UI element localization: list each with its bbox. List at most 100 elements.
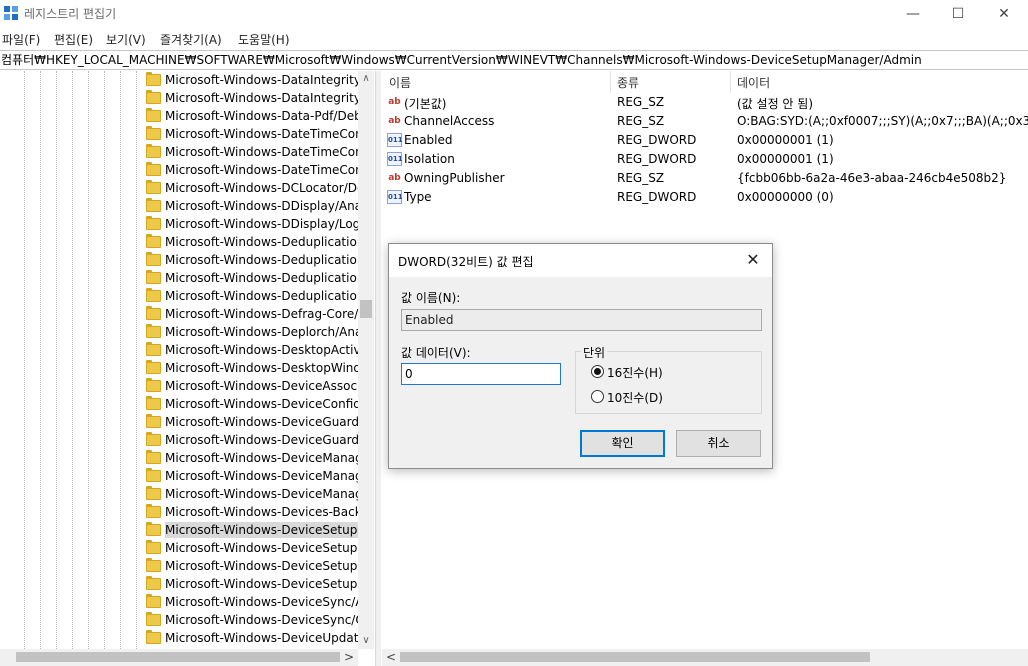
column-header-data[interactable]: 데이터 xyxy=(737,74,770,91)
maximize-button[interactable]: ☐ xyxy=(935,0,981,28)
decimal-radio[interactable] xyxy=(591,390,604,403)
string-value-icon: ab xyxy=(388,173,401,183)
value-row[interactable]: ab (기본값) REG_SZ (값 설정 안 됨) xyxy=(382,93,1028,112)
tree-item[interactable]: Microsoft-Windows-DeviceSetupMa xyxy=(144,575,374,593)
folder-icon xyxy=(146,234,161,248)
hexadecimal-radio[interactable] xyxy=(591,365,604,378)
tree-item[interactable]: Microsoft-Windows-DeviceSetupMa xyxy=(144,521,374,539)
tree-horizontal-scrollbar[interactable]: > xyxy=(0,649,358,666)
tree-item-label: Microsoft-Windows-DDisplay/Analy xyxy=(165,199,373,213)
scroll-left-icon[interactable]: < xyxy=(386,649,396,666)
tree-item[interactable]: Microsoft-Windows-DeviceManager xyxy=(144,485,374,503)
value-name: (기본값) xyxy=(404,97,447,111)
value-row[interactable]: ab ChannelAccess REG_SZ O:BAG:SYD:(A;;0xf00… xyxy=(382,112,1028,131)
pane-splitter[interactable] xyxy=(375,71,381,666)
folder-icon xyxy=(146,252,161,266)
tree-item[interactable]: Microsoft-Windows-DeviceAssociati xyxy=(144,377,374,395)
tree-item[interactable]: Microsoft-Windows-DeviceSetupMa xyxy=(144,557,374,575)
tree-item[interactable]: Microsoft-Windows-DeviceSetupMa xyxy=(144,539,374,557)
menu-help[interactable]: 도움말(H) xyxy=(238,31,290,48)
tree-item-label: Microsoft-Windows-DateTimeContr xyxy=(165,127,373,141)
menu-file[interactable]: 파일(F) xyxy=(2,31,40,48)
folder-icon xyxy=(146,216,161,230)
window-title: 레지스트리 편집기 xyxy=(24,7,117,21)
value-name: Enabled xyxy=(404,133,453,147)
tree-item[interactable]: Microsoft-Windows-DateTimeContr xyxy=(144,161,372,179)
tree-item-label: Microsoft-Windows-DeviceGuard/O xyxy=(165,415,373,429)
tree-item[interactable]: Microsoft-Windows-DeviceSync/Op xyxy=(144,611,372,629)
tree-item-label: Microsoft-Windows-Deduplication/ xyxy=(165,289,369,303)
hexadecimal-label[interactable]: 16진수(H) xyxy=(607,364,663,381)
close-button[interactable]: ✕ xyxy=(981,0,1027,28)
folder-icon xyxy=(146,504,161,518)
tree-scroll-thumb[interactable] xyxy=(360,300,372,318)
tree-item[interactable]: Microsoft-Windows-DataIntegritySc xyxy=(144,71,374,89)
value-row[interactable]: 011 Type REG_DWORD 0x00000000 (0) xyxy=(382,188,1028,207)
key-tree: Microsoft-Windows-DataIntegritySc Microso… xyxy=(0,71,374,649)
list-hscroll-thumb[interactable] xyxy=(400,652,870,662)
tree-item-label: Microsoft-Windows-Defrag-Core/D xyxy=(165,307,368,321)
folder-icon xyxy=(146,414,161,428)
column-separator[interactable] xyxy=(730,71,731,93)
column-header-name[interactable]: 이름 xyxy=(389,74,411,91)
tree-item[interactable]: Microsoft-Windows-DeviceUpdateA xyxy=(144,629,374,647)
tree-item[interactable]: Microsoft-Windows-Devices-Backgr xyxy=(144,503,374,521)
tree-item[interactable]: Microsoft-Windows-DesktopActivity xyxy=(144,341,374,359)
value-data-input[interactable]: 0 xyxy=(401,363,561,385)
scroll-up-icon[interactable]: ∧ xyxy=(358,71,374,87)
menu-view[interactable]: 보기(V) xyxy=(106,31,146,48)
tree-item[interactable]: Microsoft-Windows-Data-Pdf/Debu xyxy=(144,107,369,125)
folder-icon xyxy=(146,594,161,608)
tree-item[interactable]: Microsoft-Windows-Deduplication/( xyxy=(144,251,373,269)
tree-hscroll-thumb[interactable] xyxy=(16,652,340,662)
tree-item-label: Microsoft-Windows-DesktopActivity xyxy=(165,343,374,357)
tree-item[interactable]: Microsoft-Windows-DeviceConfider xyxy=(144,395,373,413)
tree-item-label: Microsoft-Windows-Deplorch/Analy xyxy=(165,325,373,339)
cancel-button[interactable]: 취소 xyxy=(676,430,761,457)
tree-vertical-scrollbar[interactable]: ∧ ∨ xyxy=(358,71,374,649)
decimal-label[interactable]: 10진수(D) xyxy=(607,389,663,406)
registry-editor-icon xyxy=(4,6,18,20)
tree-item[interactable]: Microsoft-Windows-Deduplication/ xyxy=(144,287,368,305)
scroll-right-icon[interactable]: > xyxy=(344,649,354,666)
tree-item-label: Microsoft-Windows-Deduplication/I xyxy=(165,235,372,249)
tree-item[interactable]: Microsoft-Windows-DataIntegritySc xyxy=(144,89,374,107)
tree-item[interactable]: Microsoft-Windows-DDisplay/Analy xyxy=(144,197,372,215)
tree-item[interactable]: Microsoft-Windows-DCLocator/Deb xyxy=(144,179,372,197)
tree-item[interactable]: Microsoft-Windows-Deduplication/I xyxy=(144,233,372,251)
folder-icon xyxy=(146,558,161,572)
folder-icon xyxy=(146,630,161,644)
close-icon: ✕ xyxy=(746,250,760,269)
value-row[interactable]: ab OwningPublisher REG_SZ {fcbb06bb-6a2a-46… xyxy=(382,169,1028,188)
minimize-icon: — xyxy=(906,6,920,22)
tree-item[interactable]: Microsoft-Windows-DeviceManager xyxy=(144,467,374,485)
tree-item[interactable]: Microsoft-Windows-DeviceGuard/O xyxy=(144,413,372,431)
scroll-down-icon[interactable]: ∨ xyxy=(358,633,374,649)
column-separator[interactable] xyxy=(610,71,611,93)
value-data: 0x00000001 (1) xyxy=(737,152,834,166)
tree-item[interactable]: Microsoft-Windows-Deduplication/I xyxy=(144,269,372,287)
minimize-button[interactable]: — xyxy=(890,0,936,28)
tree-item[interactable]: Microsoft-Windows-DeviceSync/An xyxy=(144,593,371,611)
menu-edit[interactable]: 편집(E) xyxy=(54,31,93,48)
address-bar[interactable]: 컴퓨터₩HKEY_LOCAL_MACHINE₩SOFTWARE₩Microsof… xyxy=(0,50,1028,70)
tree-item-label: Microsoft-Windows-DeviceSetupMa xyxy=(165,522,374,538)
tree-item[interactable]: Microsoft-Windows-DateTimeContr xyxy=(144,125,372,143)
tree-item[interactable]: Microsoft-Windows-DateTimeContr xyxy=(144,143,372,161)
value-row[interactable]: 011 Enabled REG_DWORD 0x00000001 (1) xyxy=(382,131,1028,150)
list-horizontal-scrollbar[interactable]: < xyxy=(382,649,1028,666)
tree-item[interactable]: Microsoft-Windows-Defrag-Core/D xyxy=(144,305,368,323)
ok-button[interactable]: 확인 xyxy=(580,430,665,457)
tree-item[interactable]: Microsoft-Windows-DeviceGuard/V xyxy=(144,431,371,449)
tree-item[interactable]: Microsoft-Windows-Deplorch/Analy xyxy=(144,323,373,341)
column-header-type[interactable]: 종류 xyxy=(617,74,639,91)
menu-favorites[interactable]: 즐겨찾기(A) xyxy=(160,31,222,48)
dialog-close-button[interactable]: ✕ xyxy=(741,250,765,270)
folder-icon xyxy=(146,486,161,500)
folder-icon xyxy=(146,108,161,122)
tree-item[interactable]: Microsoft-Windows-DeviceManager xyxy=(144,449,374,467)
value-row[interactable]: 011 Isolation REG_DWORD 0x00000001 (1) xyxy=(382,150,1028,169)
tree-item[interactable]: Microsoft-Windows-DesktopWindov xyxy=(144,359,374,377)
tree-item[interactable]: Microsoft-Windows-DDisplay/Loggi xyxy=(144,215,371,233)
menu-bar: 파일(F) 편집(E) 보기(V) 즐겨찾기(A) 도움말(H) xyxy=(0,29,1028,49)
